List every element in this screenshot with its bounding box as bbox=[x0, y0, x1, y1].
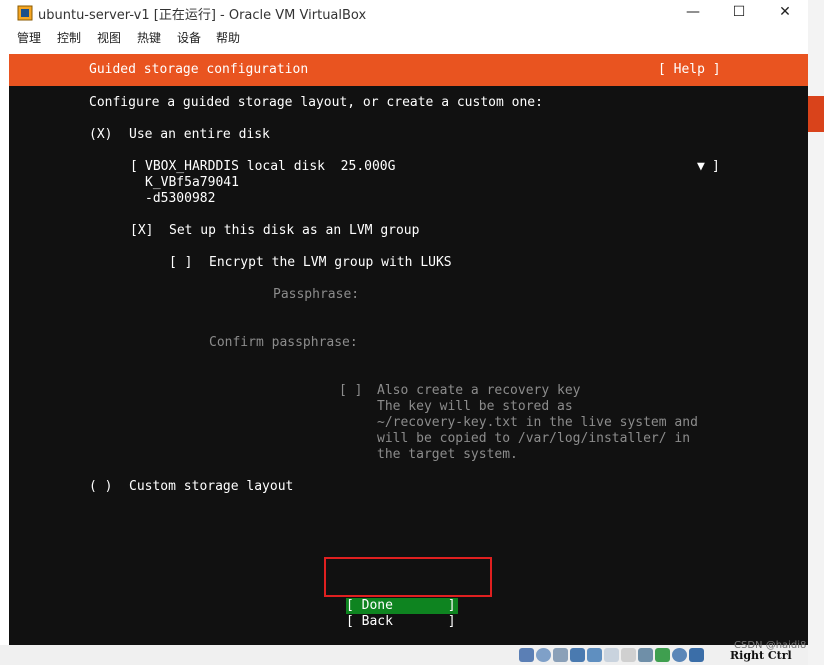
recovery-key-note: the target system. bbox=[377, 447, 518, 462]
lvm-label[interactable]: Set up this disk as an LVM group bbox=[169, 223, 419, 239]
watermark: CSDN @haidi8 bbox=[734, 640, 807, 651]
maximize-button[interactable]: ☐ bbox=[716, 0, 762, 26]
window-titlebar[interactable]: ubuntu-server-v1 [正在运行] - Oracle VM Virt… bbox=[0, 0, 808, 26]
virtualbox-icon bbox=[17, 5, 33, 21]
vm-display[interactable]: Guided storage configuration [ Help ] Co… bbox=[0, 46, 808, 645]
luks-checkbox[interactable]: [ ] bbox=[169, 255, 192, 271]
disk-selector-line: K_VBf5a79041 bbox=[145, 175, 239, 190]
audio-icon[interactable] bbox=[553, 648, 568, 662]
keyboard-icon[interactable] bbox=[689, 648, 704, 662]
chevron-down-icon[interactable]: ▼ bbox=[697, 159, 705, 175]
installer-header: Guided storage configuration [ Help ] bbox=[9, 54, 808, 86]
recovery-key-note: The key will be stored as bbox=[377, 399, 573, 414]
usb-icon[interactable] bbox=[587, 648, 602, 662]
recovery-key-note: ~/recovery-key.txt in the live system an… bbox=[377, 415, 698, 430]
network-icon[interactable] bbox=[570, 648, 585, 662]
cpu-icon[interactable] bbox=[655, 648, 670, 662]
background-window-accent bbox=[808, 96, 824, 132]
close-button[interactable]: ✕ bbox=[762, 0, 808, 26]
entire-disk-label[interactable]: Use an entire disk bbox=[129, 127, 270, 143]
confirm-passphrase-label: Confirm passphrase: bbox=[209, 335, 358, 350]
video-capture-icon[interactable] bbox=[638, 648, 653, 662]
back-button[interactable]: [ Back ] bbox=[346, 614, 456, 630]
optical-drive-icon[interactable] bbox=[536, 648, 551, 662]
hard-disk-icon[interactable] bbox=[519, 648, 534, 662]
menu-machine[interactable]: 管理 bbox=[17, 29, 41, 46]
disk-selector-open-bracket: [ bbox=[130, 159, 138, 174]
entire-disk-radio[interactable]: (X) bbox=[89, 127, 112, 143]
mouse-integration-icon[interactable] bbox=[672, 648, 687, 662]
menu-control[interactable]: 控制 bbox=[57, 29, 81, 46]
background-window-edge bbox=[808, 0, 824, 665]
passphrase-label: Passphrase: bbox=[273, 287, 360, 302]
help-button[interactable]: [ Help ] bbox=[658, 62, 721, 78]
menu-help[interactable]: 帮助 bbox=[216, 29, 240, 46]
menu-input[interactable]: 热键 bbox=[137, 29, 161, 46]
header-title: Guided storage configuration bbox=[89, 62, 309, 77]
menu-devices[interactable]: 设备 bbox=[177, 29, 201, 46]
annotation-highlight-box bbox=[324, 557, 492, 597]
recovery-key-label: Also create a recovery key bbox=[377, 383, 581, 398]
lvm-checkbox[interactable]: [X] bbox=[130, 223, 153, 239]
vm-statusbar: Right Ctrl bbox=[0, 645, 808, 665]
luks-label[interactable]: Encrypt the LVM group with LUKS bbox=[209, 255, 452, 271]
prompt-text: Configure a guided storage layout, or cr… bbox=[89, 95, 543, 110]
menu-view[interactable]: 视图 bbox=[97, 29, 121, 46]
shared-folders-icon[interactable] bbox=[604, 648, 619, 662]
custom-layout-radio[interactable]: ( ) bbox=[89, 479, 112, 495]
disk-selector-close-bracket: ] bbox=[712, 159, 720, 174]
window-title: ubuntu-server-v1 [正在运行] - Oracle VM Virt… bbox=[38, 8, 367, 23]
minimize-button[interactable]: — bbox=[670, 0, 716, 26]
recovery-key-checkbox: [ ] bbox=[339, 383, 363, 398]
done-button[interactable]: [ Done ] bbox=[346, 598, 456, 614]
recovery-key-note: will be copied to /var/log/installer/ in bbox=[377, 431, 691, 446]
menu-bar: 管理 控制 视图 热键 设备 帮助 bbox=[0, 26, 808, 46]
disk-selector-line: VBOX_HARDDIS local disk 25.000G bbox=[145, 159, 396, 174]
custom-layout-label[interactable]: Custom storage layout bbox=[129, 479, 293, 495]
display-icon[interactable] bbox=[621, 648, 636, 662]
disk-selector-line: -d5300982 bbox=[145, 191, 216, 206]
